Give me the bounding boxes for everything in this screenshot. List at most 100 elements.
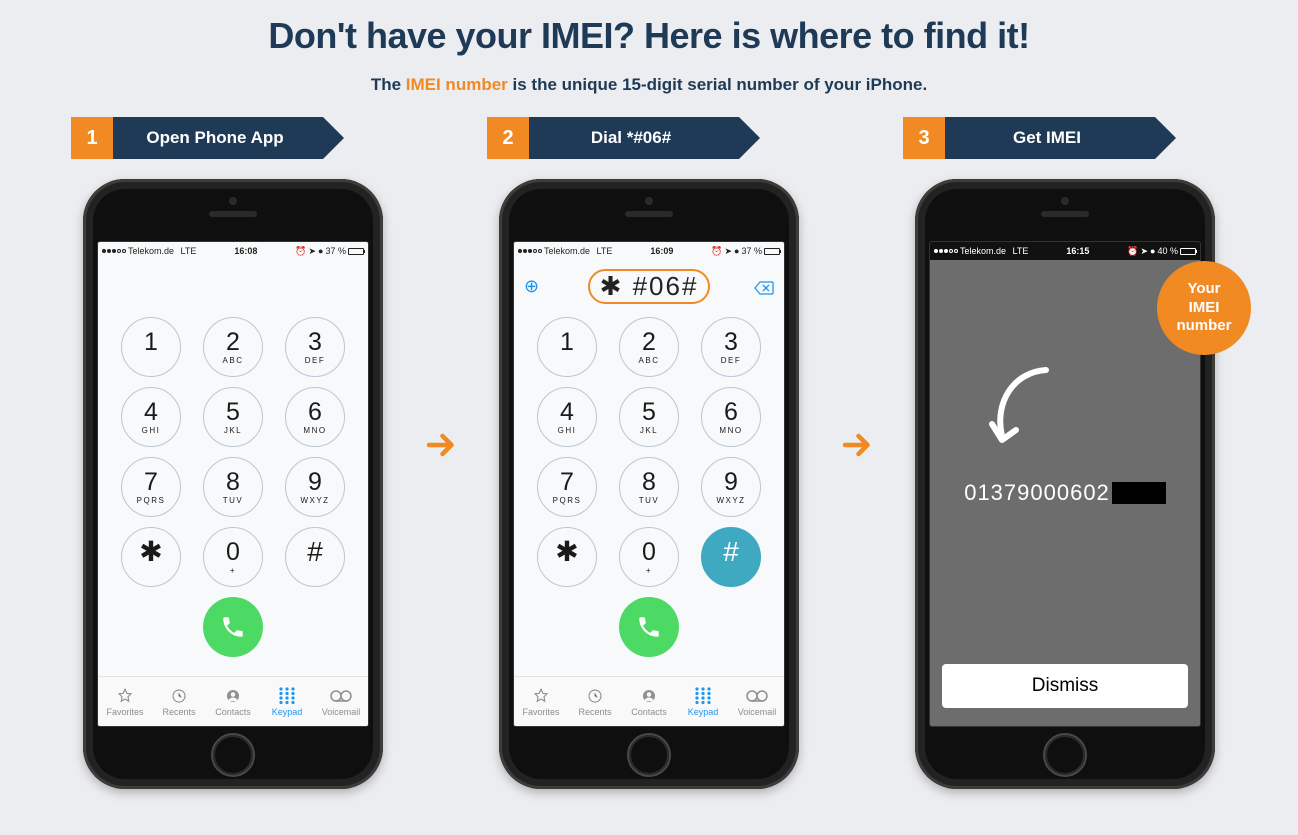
network-label: LTE: [1013, 246, 1029, 256]
steps-row: 1 Open Phone App Telekom.de LTE 16:08 ⏰ …: [0, 117, 1298, 789]
badge-line2: IMEI: [1189, 299, 1220, 316]
keypad-icon: [278, 686, 296, 706]
keypad-key-2[interactable]: 2ABC: [203, 317, 263, 377]
dialed-number: ✱ #06#: [588, 269, 711, 304]
keypad-key-3[interactable]: 3DEF: [285, 317, 345, 377]
phone-mockup-3: Telekom.de LTE 16:15 ⏰ ➤ ● 40 %: [915, 179, 1215, 789]
tab-favorites[interactable]: Favorites: [514, 677, 568, 726]
page-subheading: The IMEI number is the unique 15-digit s…: [0, 75, 1298, 95]
call-button[interactable]: [619, 597, 679, 657]
keypad-key-✱[interactable]: ✱: [537, 527, 597, 587]
tab-contacts[interactable]: Contacts: [622, 677, 676, 726]
contacts-icon: [640, 686, 658, 706]
phone-tabbar-1: FavoritesRecentsContactsKeypadVoicemail: [98, 676, 368, 726]
keypad-key-3[interactable]: 3DEF: [701, 317, 761, 377]
dnd-icon: ●: [1150, 246, 1155, 256]
keypad-key-8[interactable]: 8TUV: [619, 457, 679, 517]
carrier-label: Telekom.de: [128, 246, 174, 256]
signal-dots-icon: [518, 249, 542, 253]
signal-dots-icon: [934, 249, 958, 253]
sub-pre: The: [371, 75, 406, 94]
keypad-key-6[interactable]: 6MNO: [701, 387, 761, 447]
dnd-icon: ●: [318, 246, 323, 256]
alarm-icon: ⏰: [295, 246, 306, 257]
step-1-number: 1: [71, 117, 113, 159]
clock-label: 16:09: [612, 246, 711, 256]
recents-icon: [170, 686, 188, 706]
keypad-key-7[interactable]: 7PQRS: [121, 457, 181, 517]
dial-display-filled: ⊕ ✱ #06#: [514, 260, 784, 312]
tab-favorites[interactable]: Favorites: [98, 677, 152, 726]
keypad-key-5[interactable]: 5JKL: [619, 387, 679, 447]
badge-line1: Your: [1187, 280, 1220, 297]
step-2-number: 2: [487, 117, 529, 159]
tab-keypad[interactable]: Keypad: [676, 677, 730, 726]
keypad-key-1[interactable]: 1: [537, 317, 597, 377]
arrow-right-icon: [423, 427, 459, 463]
carrier-label: Telekom.de: [960, 246, 1006, 256]
keypad-key-6[interactable]: 6MNO: [285, 387, 345, 447]
tab-keypad[interactable]: Keypad: [260, 677, 314, 726]
sub-highlight: IMEI number: [406, 75, 508, 94]
location-icon: ➤: [725, 246, 733, 257]
battery-icon: [348, 248, 364, 255]
alarm-icon: ⏰: [711, 246, 722, 257]
tab-recents[interactable]: Recents: [568, 677, 622, 726]
batt-pct: 37 %: [325, 246, 346, 256]
keypad-key-9[interactable]: 9WXYZ: [701, 457, 761, 517]
alarm-icon: ⏰: [1127, 246, 1138, 257]
tab-recents[interactable]: Recents: [152, 677, 206, 726]
batt-pct: 37 %: [741, 246, 762, 256]
phone-mockup-2: Telekom.de LTE 16:09 ⏰ ➤ ● 37 % ⊕ ✱ #06#: [499, 179, 799, 789]
keypad-key-4[interactable]: 4GHI: [121, 387, 181, 447]
battery-icon: [1180, 248, 1196, 255]
tab-voicemail[interactable]: Voicemail: [730, 677, 784, 726]
status-bar-1: Telekom.de LTE 16:08 ⏰ ➤ ● 37 %: [98, 242, 368, 260]
dnd-icon: ●: [734, 246, 739, 256]
battery-icon: [764, 248, 780, 255]
step-2-title: Dial *#06#: [529, 117, 739, 159]
backspace-icon[interactable]: [754, 271, 774, 302]
imei-partial: 01379000602: [964, 480, 1110, 506]
status-bar-3: Telekom.de LTE 16:15 ⏰ ➤ ● 40 %: [930, 242, 1200, 260]
keypad-key-0[interactable]: 0+: [203, 527, 263, 587]
location-icon: ➤: [309, 246, 317, 257]
keypad-key-1[interactable]: 1: [121, 317, 181, 377]
keypad-key-2[interactable]: 2ABC: [619, 317, 679, 377]
keypad-key-#[interactable]: #: [285, 527, 345, 587]
tab-contacts[interactable]: Contacts: [206, 677, 260, 726]
badge-line3: number: [1176, 317, 1231, 334]
sub-post: is the unique 15-digit serial number of …: [508, 75, 927, 94]
tab-voicemail[interactable]: Voicemail: [314, 677, 368, 726]
favorites-icon: [532, 686, 550, 706]
keypad-key-5[interactable]: 5JKL: [203, 387, 263, 447]
add-contact-icon[interactable]: ⊕: [524, 276, 539, 297]
keypad-key-4[interactable]: 4GHI: [537, 387, 597, 447]
keypad-key-#[interactable]: #: [701, 527, 761, 587]
keypad-key-8[interactable]: 8TUV: [203, 457, 263, 517]
network-label: LTE: [181, 246, 197, 256]
call-button[interactable]: [203, 597, 263, 657]
favorites-icon: [116, 686, 134, 706]
keypad-key-7[interactable]: 7PQRS: [537, 457, 597, 517]
keypad-key-0[interactable]: 0+: [619, 527, 679, 587]
dial-display-empty: [98, 260, 368, 312]
keypad-key-✱[interactable]: ✱: [121, 527, 181, 587]
dismiss-button[interactable]: Dismiss: [942, 664, 1188, 708]
clock-label: 16:08: [196, 246, 295, 256]
keypad-1: 1 2ABC 3DEF 4GHI 5JKL 6MNO 7PQRS 8TUV 9WXYZ ✱ 0+…: [98, 312, 368, 676]
recents-icon: [586, 686, 604, 706]
step-3-header: 3 Get IMEI: [887, 117, 1243, 159]
voicemail-icon: [746, 686, 768, 706]
step-3-title: Get IMEI: [945, 117, 1155, 159]
imei-number-display: 01379000602: [964, 480, 1166, 506]
arrow-right-icon: [839, 427, 875, 463]
batt-pct: 40 %: [1157, 246, 1178, 256]
screen-2: Telekom.de LTE 16:09 ⏰ ➤ ● 37 % ⊕ ✱ #06#: [513, 241, 785, 727]
screen-1: Telekom.de LTE 16:08 ⏰ ➤ ● 37 % 1 2ABC 3D…: [97, 241, 369, 727]
network-label: LTE: [597, 246, 613, 256]
arrow-1: [411, 117, 471, 463]
step-3-number: 3: [903, 117, 945, 159]
keypad-key-9[interactable]: 9WXYZ: [285, 457, 345, 517]
keypad-2: 1 2ABC 3DEF 4GHI 5JKL 6MNO 7PQRS 8TUV 9WXYZ ✱ 0+…: [514, 312, 784, 676]
